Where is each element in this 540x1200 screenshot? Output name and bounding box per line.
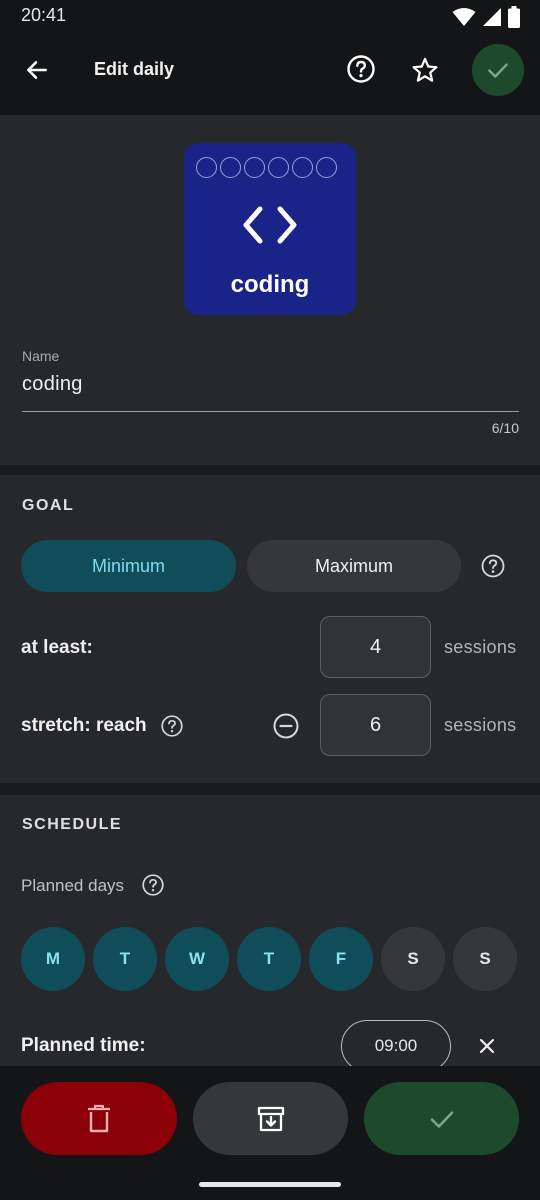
app-bar: Edit daily xyxy=(0,34,540,115)
remove-stretch-icon[interactable] xyxy=(272,712,300,740)
goal-card: GOAL Minimum Maximum at least: 4 session… xyxy=(0,475,540,783)
progress-dots xyxy=(196,157,337,178)
habit-tile-name: coding xyxy=(230,271,310,298)
stretch-label: stretch: reach xyxy=(21,715,147,736)
habit-card: coding Name coding 6/10 xyxy=(0,115,540,465)
at-least-input[interactable]: 4 xyxy=(320,616,431,678)
wifi-icon xyxy=(452,8,476,26)
delete-button[interactable] xyxy=(21,1082,177,1155)
favorite-button[interactable] xyxy=(407,52,443,88)
day-toggle-tuesday[interactable]: T xyxy=(93,927,157,991)
goal-help-icon[interactable] xyxy=(480,553,506,579)
status-icons xyxy=(452,6,520,28)
trash-icon xyxy=(88,1104,110,1132)
stretch-help-icon[interactable] xyxy=(160,714,184,738)
signal-icon xyxy=(483,8,501,26)
check-icon xyxy=(430,1111,453,1128)
name-input[interactable]: coding xyxy=(22,373,83,396)
day-toggle-sunday[interactable]: S xyxy=(453,927,517,991)
arrow-back-icon xyxy=(27,61,47,79)
battery-icon xyxy=(508,6,520,28)
schedule-section-title: SCHEDULE xyxy=(22,816,123,833)
help-icon xyxy=(347,55,375,83)
planned-days-label: Planned days xyxy=(21,876,125,895)
goal-section-title: GOAL xyxy=(22,497,75,514)
name-input-underline xyxy=(22,411,519,412)
day-toggle-monday[interactable]: M xyxy=(21,927,85,991)
stretch-input[interactable]: 6 xyxy=(320,694,431,756)
code-brackets-icon xyxy=(243,206,297,244)
name-field-label: Name xyxy=(22,348,60,364)
habit-tile[interactable]: coding xyxy=(184,143,356,315)
progress-dot xyxy=(316,157,337,178)
name-char-counter: 6/10 xyxy=(491,420,519,436)
clear-time-button[interactable] xyxy=(474,1033,500,1059)
progress-dot xyxy=(196,157,217,178)
status-time: 20:41 xyxy=(21,5,67,25)
schedule-card: SCHEDULE Planned days M T W T F S S Plan… xyxy=(0,795,540,1072)
close-icon xyxy=(479,1038,495,1054)
progress-dot xyxy=(292,157,313,178)
stretch-unit: sessions xyxy=(444,715,517,735)
day-toggle-friday[interactable]: F xyxy=(309,927,373,991)
goal-minimum-toggle[interactable]: Minimum xyxy=(21,540,236,592)
check-icon xyxy=(488,63,508,78)
day-toggle-wednesday[interactable]: W xyxy=(165,927,229,991)
day-toggle-saturday[interactable]: S xyxy=(381,927,445,991)
progress-dot xyxy=(220,157,241,178)
bottom-action-bar xyxy=(0,1066,540,1200)
planned-time-picker[interactable]: 09:00 xyxy=(341,1020,451,1072)
day-toggle-thursday[interactable]: T xyxy=(237,927,301,991)
at-least-label: at least: xyxy=(21,637,93,658)
save-button[interactable] xyxy=(364,1082,519,1155)
day-selector: M T W T F S S xyxy=(21,927,517,991)
help-button[interactable] xyxy=(344,52,378,86)
confirm-button[interactable] xyxy=(472,44,524,96)
home-indicator[interactable] xyxy=(199,1182,341,1187)
progress-dot xyxy=(244,157,265,178)
progress-dot xyxy=(268,157,289,178)
at-least-unit: sessions xyxy=(444,637,517,657)
back-button[interactable] xyxy=(20,53,54,87)
planned-days-help-icon[interactable] xyxy=(141,873,165,897)
archive-icon xyxy=(257,1106,284,1131)
page-title: Edit daily xyxy=(94,59,175,79)
goal-maximum-toggle[interactable]: Maximum xyxy=(247,540,461,592)
star-icon xyxy=(412,57,438,82)
planned-time-label: Planned time: xyxy=(21,1035,146,1056)
archive-button[interactable] xyxy=(193,1082,348,1155)
status-bar: 20:41 xyxy=(0,0,540,34)
